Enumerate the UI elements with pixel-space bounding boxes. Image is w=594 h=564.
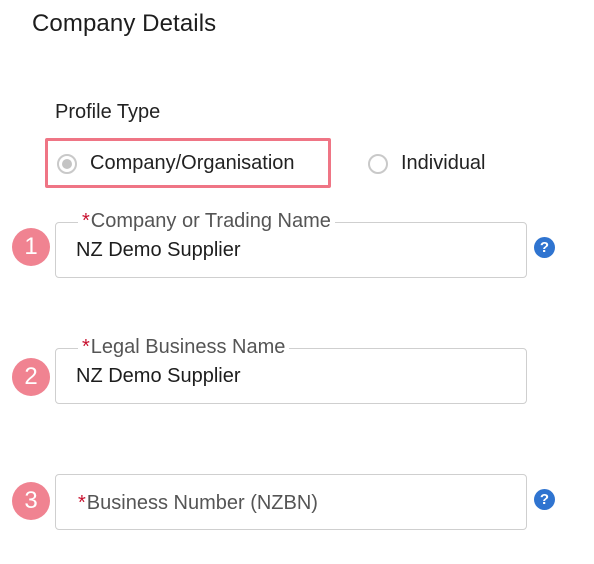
company-trading-name-value[interactable]: NZ Demo Supplier xyxy=(76,238,241,262)
radio-company-organisation[interactable]: Company/Organisation xyxy=(57,152,295,175)
radio-label-company: Company/Organisation xyxy=(90,152,295,174)
field-label: *Legal Business Name xyxy=(78,335,290,359)
help-icon[interactable]: ? xyxy=(534,237,555,258)
company-trading-name-field[interactable]: *Company or Trading Name NZ Demo Supplie… xyxy=(55,209,527,278)
business-number-field[interactable]: *Business Number (NZBN) xyxy=(55,474,527,530)
step-badge-1: 1 xyxy=(12,228,50,266)
field-label: *Business Number (NZBN) xyxy=(78,492,318,514)
required-asterisk: * xyxy=(82,336,90,358)
radio-individual[interactable]: Individual xyxy=(368,152,486,175)
step-badge-3: 3 xyxy=(12,482,50,520)
legal-business-name-value[interactable]: NZ Demo Supplier xyxy=(76,364,241,388)
radio-unselected-icon[interactable] xyxy=(368,153,388,174)
required-asterisk: * xyxy=(78,492,86,514)
help-icon[interactable]: ? xyxy=(534,489,555,510)
required-asterisk: * xyxy=(82,210,90,232)
page-title: Company Details xyxy=(32,10,217,37)
company-details-page: Company Details Profile Type Company/Org… xyxy=(0,0,594,564)
radio-label-individual: Individual xyxy=(401,152,486,174)
radio-selected-icon[interactable] xyxy=(57,153,77,174)
field-label: *Company or Trading Name xyxy=(78,209,335,233)
step-badge-2: 2 xyxy=(12,358,50,396)
legal-business-name-field[interactable]: *Legal Business Name NZ Demo Supplier xyxy=(55,335,527,404)
profile-type-label: Profile Type xyxy=(55,101,161,123)
